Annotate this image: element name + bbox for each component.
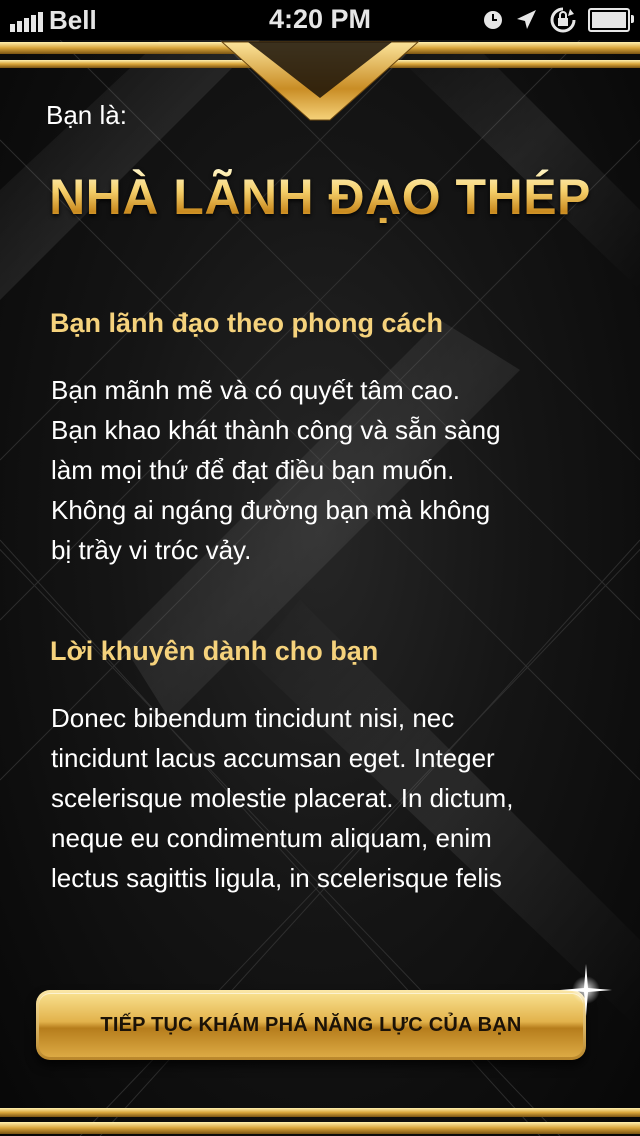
leadership-style-text: Bạn mãnh mẽ và có quyết tâm cao. Bạn kha… (51, 370, 601, 570)
bottom-gold-band (0, 1108, 640, 1134)
text-line: Donec bibendum tincidunt nisi, nec (51, 703, 455, 733)
text-line: neque eu condimentum aliquam, enim (51, 823, 492, 853)
text-line: tincidunt lacus accumsan eget. Integer (51, 743, 495, 773)
text-line: lectus sagittis ligula, in scelerisque f… (51, 863, 502, 893)
text-line: Bạn mãnh mẽ và có quyết tâm cao. (51, 375, 460, 405)
text-line: Bạn khao khát thành công và sẵn sàng (51, 415, 501, 445)
advice-heading: Lời khuyên dành cho bạn (50, 636, 379, 666)
continue-explore-button[interactable]: TIẾP TỤC KHÁM PHÁ NĂNG LỰC CỦA BẠN (39, 993, 583, 1057)
status-icons (482, 6, 634, 34)
rotation-lock-icon (550, 7, 576, 33)
battery-icon (588, 8, 634, 32)
status-bar: Bell 4:20 PM (0, 0, 640, 40)
text-line: Không ai ngáng đường bạn mà không (51, 495, 491, 525)
intro-label: Bạn là: (46, 100, 127, 130)
advice-text: Donec bibendum tincidunt nisi, nec tinci… (51, 698, 601, 898)
result-title: NHÀ LÃNH ĐẠO THÉP (0, 168, 640, 226)
leadership-style-heading: Bạn lãnh đạo theo phong cách (50, 308, 444, 338)
sparkle-icon (560, 964, 612, 1016)
text-line: scelerisque molestie placerat. In dictum… (51, 783, 514, 813)
text-line: bị trầy vi tróc vảy. (51, 535, 252, 565)
text-line: làm mọi thứ để đạt điều bạn muốn. (51, 455, 455, 485)
location-arrow-icon (517, 10, 536, 29)
alarm-clock-icon (484, 11, 502, 29)
cta-button-frame: TIẾP TỤC KHÁM PHÁ NĂNG LỰC CỦA BẠN (36, 990, 586, 1060)
